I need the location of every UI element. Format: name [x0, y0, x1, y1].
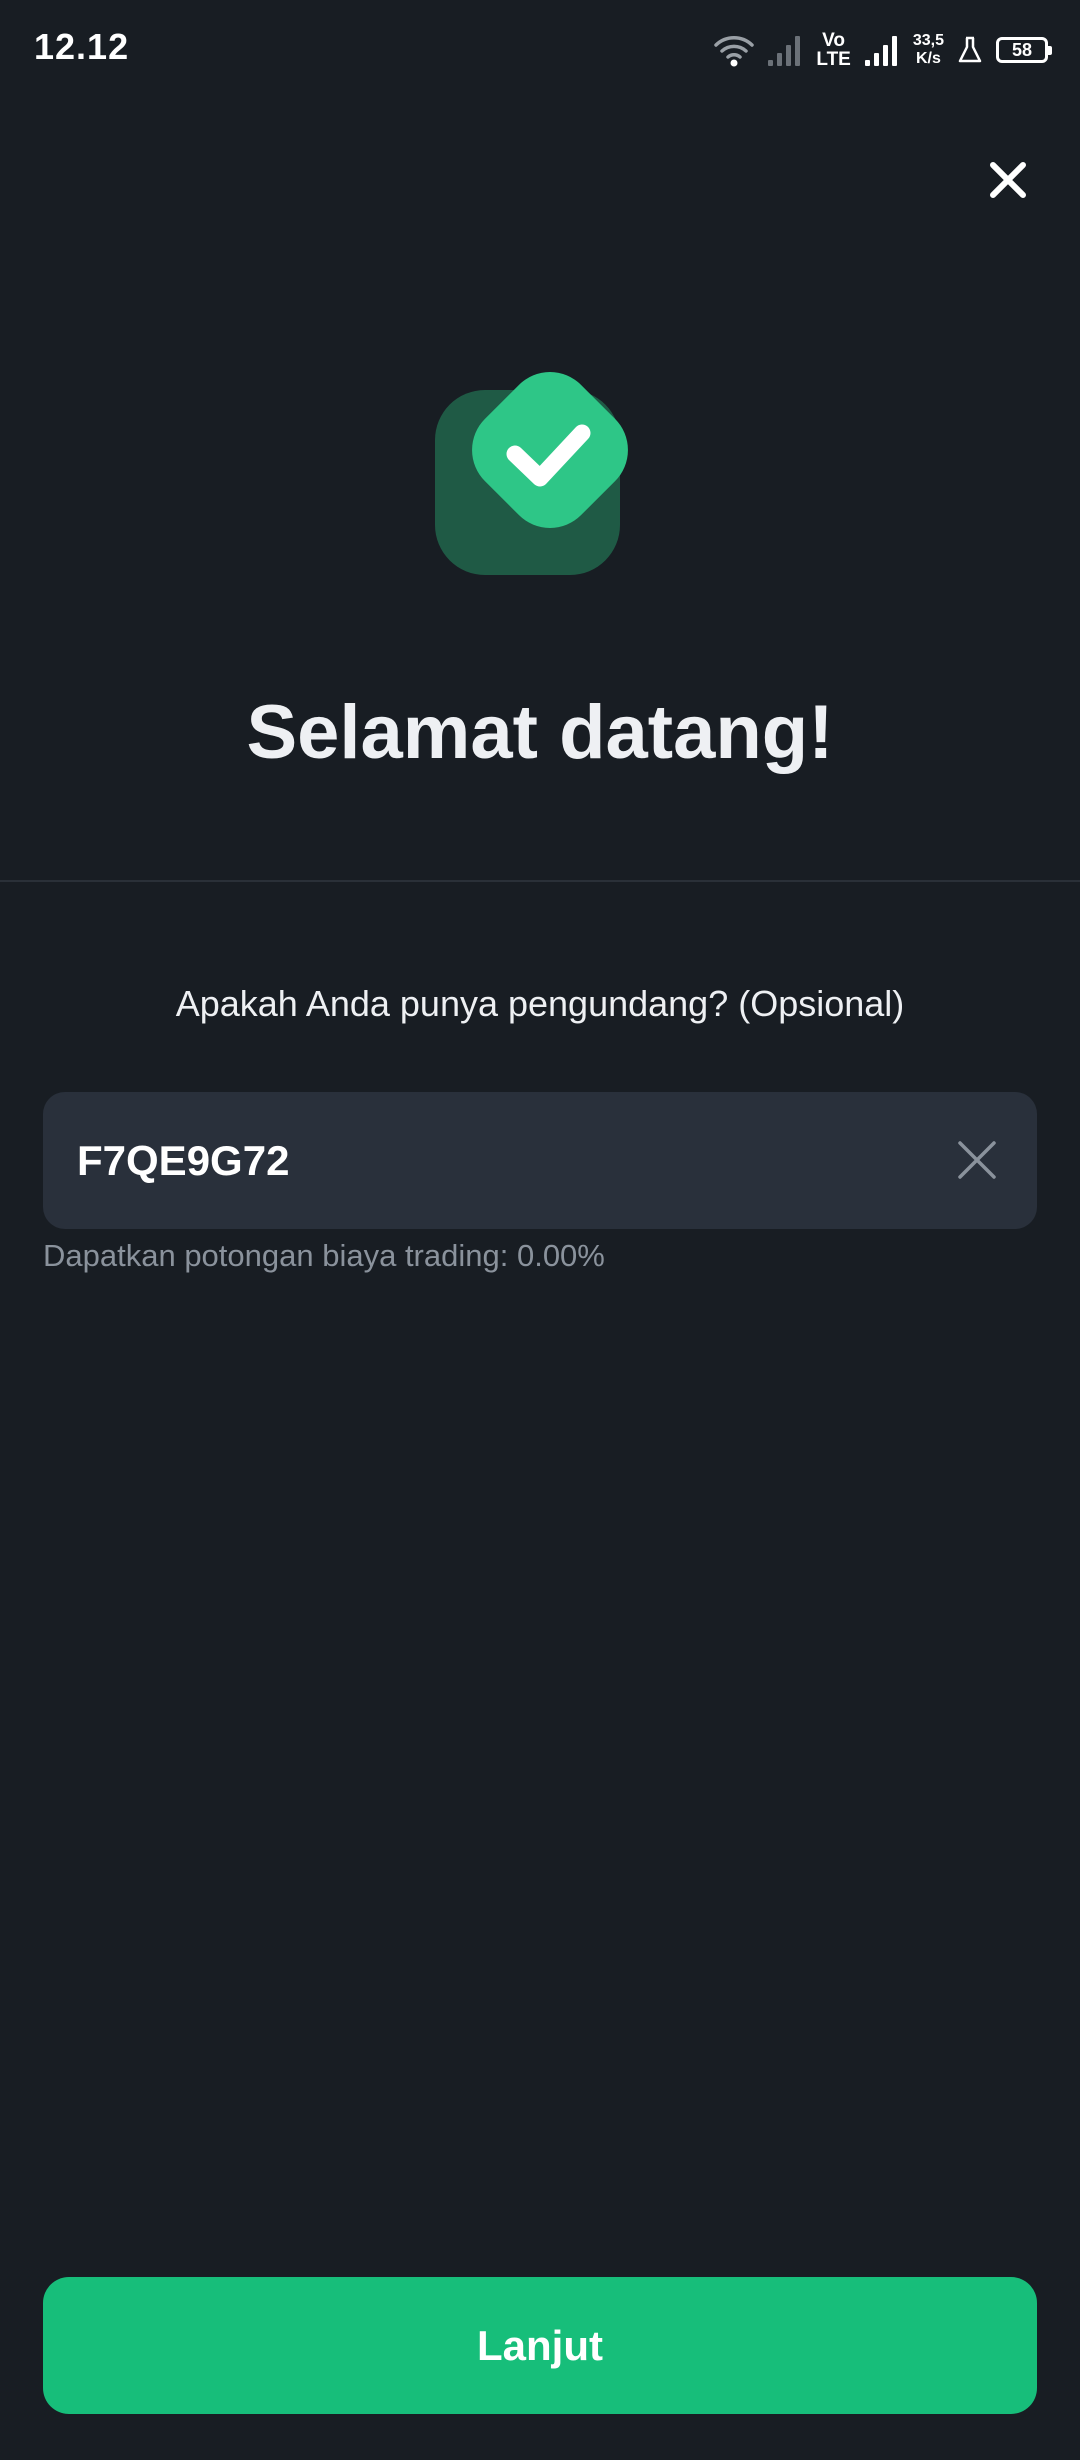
status-icons: Vo LTE 33,5 K/s 58 — [714, 28, 1052, 72]
speed-value: 33,5 — [912, 32, 944, 49]
battery-icon: 58 — [996, 37, 1052, 63]
network-speed: 33,5 K/s — [913, 32, 944, 68]
success-check-icon — [430, 350, 660, 580]
referral-code-field[interactable] — [43, 1092, 1037, 1229]
signal-icon — [768, 34, 802, 66]
battery-level: 58 — [1011, 39, 1033, 60]
page-title: Selamat datang! — [246, 690, 834, 775]
referral-hint: Dapatkan potongan biaya trading: 0.00% — [43, 1238, 605, 1273]
referral-question: Apakah Anda punya pengundang? (Opsional) — [175, 983, 905, 1024]
continue-button[interactable]: Lanjut — [43, 2277, 1037, 2414]
divider — [0, 880, 1080, 882]
wifi-icon — [714, 33, 755, 67]
volte-bottom: LTE — [816, 49, 851, 70]
signal-icon — [864, 34, 899, 66]
flask-icon — [958, 36, 982, 64]
volte-top: Vo — [822, 30, 846, 51]
volte-indicator: Vo LTE — [816, 31, 850, 69]
status-time: 12.12 — [34, 26, 130, 67]
status-bar: 12.12 Vo LTE 33,5 K/s 58 — [0, 0, 1080, 100]
close-icon — [990, 162, 1026, 198]
referral-code-input[interactable] — [77, 1092, 937, 1229]
clear-icon — [958, 1141, 996, 1179]
speed-unit: K/s — [915, 50, 941, 67]
clear-button[interactable] — [947, 1130, 1007, 1190]
close-button[interactable] — [972, 144, 1044, 216]
